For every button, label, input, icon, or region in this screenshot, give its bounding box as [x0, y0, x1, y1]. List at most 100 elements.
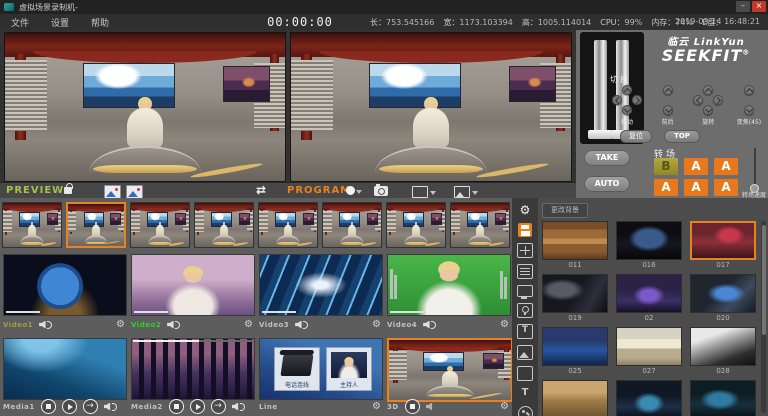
video-thumb[interactable] [259, 254, 383, 316]
scene-thumb[interactable] [690, 221, 756, 260]
stream-caret-icon[interactable] [430, 191, 436, 195]
scene-item-10[interactable] [616, 380, 682, 416]
gear-icon[interactable]: ⚙ [116, 320, 125, 330]
program-monitor[interactable] [290, 32, 572, 182]
dpad-down-button[interactable] [663, 105, 673, 115]
video-thumb[interactable] [3, 254, 127, 316]
change-background-button[interactable]: 更改背景 [542, 203, 588, 218]
scene-item-028[interactable]: 028 [690, 327, 756, 377]
scene-item-027[interactable]: 027 [616, 327, 682, 377]
settings-icon[interactable]: ⚙ [518, 204, 532, 217]
minimize-button[interactable]: – [736, 1, 750, 12]
palette-icon[interactable] [518, 406, 533, 416]
camera-angle-thumb-4[interactable] [258, 202, 318, 248]
scene-thumb[interactable] [542, 221, 608, 260]
video-thumb[interactable] [131, 254, 255, 316]
camera-angle-thumb-0[interactable] [2, 202, 62, 248]
play-button[interactable] [62, 399, 77, 414]
transition-button-b-0[interactable]: B [654, 158, 678, 175]
lock-icon[interactable] [64, 187, 72, 194]
line-card-1[interactable]: 主持人 [326, 347, 372, 391]
dpad-up-button[interactable] [703, 85, 713, 95]
camera-angle-thumb-2[interactable] [130, 202, 190, 248]
media-thumb[interactable] [3, 338, 127, 400]
menu-item-2[interactable]: 帮助 [80, 16, 120, 29]
background-icon[interactable] [517, 345, 533, 360]
camera-angle-thumb-6[interactable] [386, 202, 446, 248]
speaker-icon[interactable] [39, 320, 52, 330]
scene-thumb[interactable] [690, 274, 756, 313]
dpad-down-button[interactable] [622, 105, 632, 115]
scene-thumb[interactable] [690, 327, 756, 366]
next-button[interactable] [83, 399, 98, 414]
auto-button[interactable]: AUTO [584, 176, 630, 192]
dpad-left-button[interactable] [612, 95, 622, 105]
title-icon[interactable] [517, 324, 533, 339]
scene-item-11[interactable] [690, 380, 756, 416]
media-thumb[interactable] [387, 338, 513, 402]
dpad-left-button[interactable] [693, 95, 703, 105]
camera-angle-thumb-5[interactable] [322, 202, 382, 248]
transition-button-a-2[interactable]: A [714, 158, 738, 175]
speaker-icon[interactable] [232, 402, 245, 412]
reset-button[interactable]: 复位 [620, 130, 652, 143]
gear-icon[interactable]: ⚙ [372, 320, 381, 330]
stop-button[interactable] [41, 399, 56, 414]
scene-thumb[interactable] [690, 380, 756, 416]
record-icon[interactable] [346, 186, 355, 195]
transition-button-a-3[interactable]: A [654, 179, 678, 196]
speaker-icon[interactable] [104, 402, 117, 412]
scene-thumb[interactable] [542, 274, 608, 313]
scene-thumb[interactable] [542, 327, 608, 366]
preview-monitor[interactable] [4, 32, 286, 182]
scene-item-9[interactable] [542, 380, 608, 416]
line-card-0[interactable]: 电话连线 [274, 347, 320, 391]
dpad-up-button[interactable] [744, 85, 754, 95]
speaker-icon[interactable] [167, 320, 180, 330]
save-icon[interactable] [518, 223, 532, 237]
dpad-up-button[interactable] [663, 85, 673, 95]
scene-item-025[interactable]: 025 [542, 327, 608, 377]
dpad-up-button[interactable] [622, 85, 632, 95]
close-button[interactable]: × [752, 1, 766, 12]
scene-thumb[interactable] [542, 380, 608, 416]
scene-image-add-icon[interactable] [126, 185, 143, 199]
scrollbar[interactable] [761, 221, 766, 413]
menu-item-0[interactable]: 文件 [0, 16, 40, 29]
light-icon[interactable] [517, 303, 533, 318]
snapshot-camera-icon[interactable] [374, 186, 388, 196]
text-icon[interactable] [518, 387, 532, 400]
dpad-right-button[interactable] [713, 95, 723, 105]
scene-thumb[interactable] [616, 327, 682, 366]
scene-item-011[interactable]: 011 [542, 221, 608, 271]
scene-image-icon[interactable] [104, 185, 121, 199]
stop-button[interactable] [169, 399, 184, 414]
media-thumb[interactable] [131, 338, 255, 400]
dpad-down-button[interactable] [744, 105, 754, 115]
scene-thumb[interactable] [616, 274, 682, 313]
video-thumb[interactable] [387, 254, 511, 316]
dpad-down-button[interactable] [703, 105, 713, 115]
camera-angle-thumb-1[interactable] [66, 202, 126, 248]
scene-thumb[interactable] [616, 221, 682, 260]
gear-icon[interactable]: ⚙ [500, 402, 509, 412]
image-caret-icon[interactable] [472, 191, 478, 195]
play-button[interactable] [190, 399, 205, 414]
camera-angle-thumb-3[interactable] [194, 202, 254, 248]
stream-output-icon[interactable] [412, 186, 428, 198]
next-button[interactable] [211, 399, 226, 414]
take-button[interactable]: TAKE [584, 150, 630, 166]
menu-item-1[interactable]: 设置 [40, 16, 80, 29]
stop-button[interactable] [405, 399, 420, 414]
swap-icon[interactable]: ⇄ [256, 183, 266, 197]
scene-thumb[interactable] [616, 380, 682, 416]
gear-icon[interactable]: ⚙ [372, 402, 381, 412]
transition-button-a-4[interactable]: A [684, 179, 708, 196]
gear-icon[interactable]: ⚙ [500, 320, 509, 330]
gear-icon[interactable]: ⚙ [244, 320, 253, 330]
list-icon[interactable] [517, 264, 533, 279]
frame-icon[interactable] [517, 366, 533, 381]
dpad-right-button[interactable] [632, 95, 642, 105]
transition-button-a-1[interactable]: A [684, 158, 708, 175]
speaker-icon[interactable] [423, 320, 436, 330]
